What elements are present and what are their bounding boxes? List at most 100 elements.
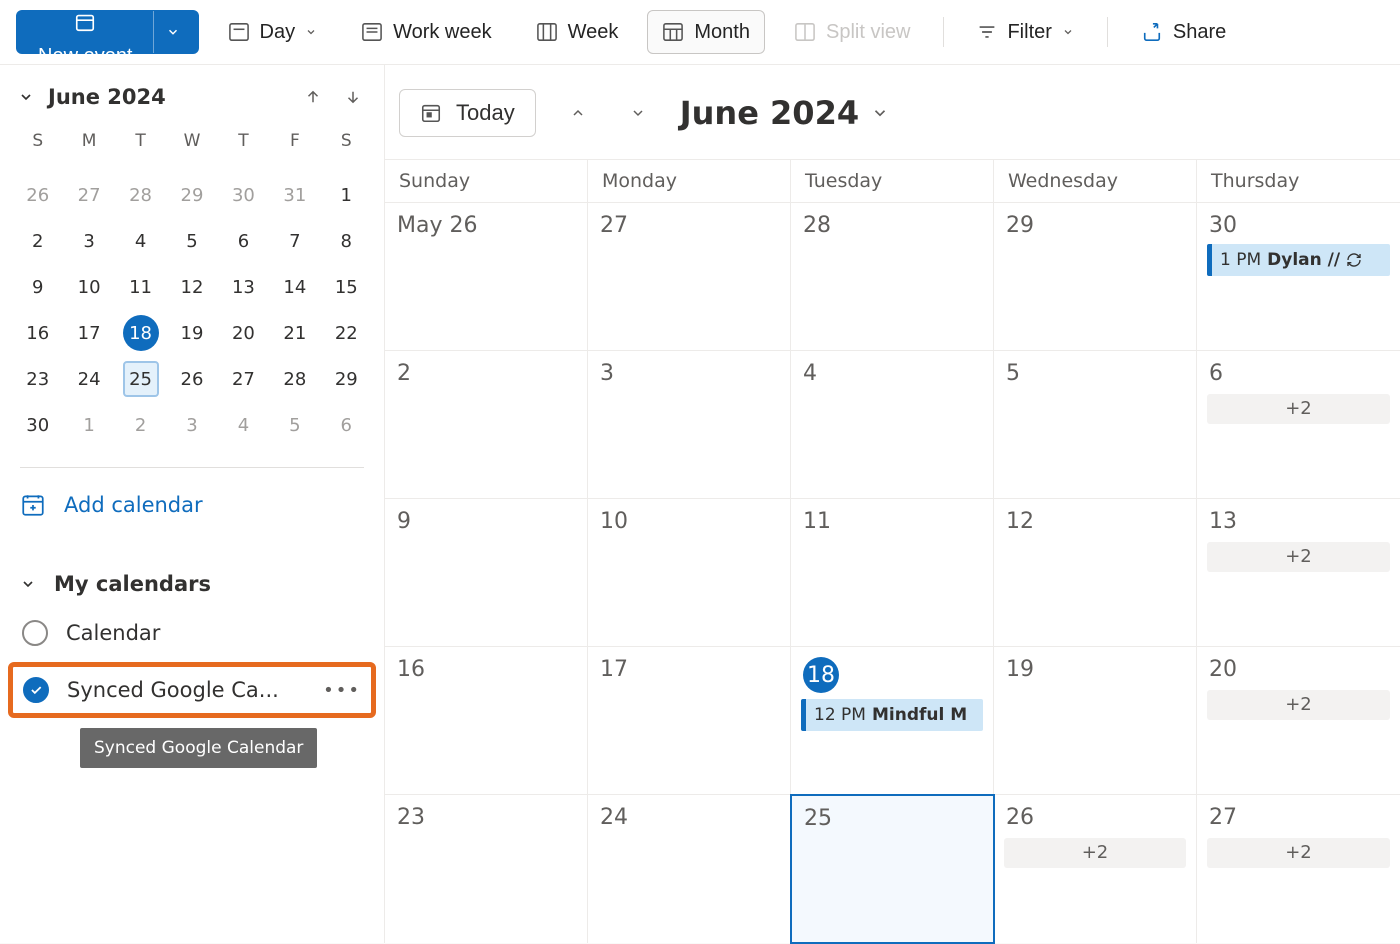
share-button[interactable]: Share xyxy=(1126,10,1241,54)
more-events-pill[interactable]: +2 xyxy=(1207,394,1390,424)
day-cell[interactable]: 13+2 xyxy=(1197,499,1400,646)
view-workweek-button[interactable]: Work week xyxy=(346,10,507,54)
new-event-split[interactable] xyxy=(153,11,193,53)
minical-day[interactable]: 25 xyxy=(115,359,166,399)
day-cell[interactable]: 27 xyxy=(588,203,791,350)
minical-day[interactable]: 11 xyxy=(115,267,166,307)
calendar-row[interactable]: Synced Google Ca...••• xyxy=(13,667,371,713)
today-button[interactable]: Today xyxy=(399,89,536,137)
day-cell[interactable]: 11 xyxy=(791,499,994,646)
event-pill[interactable]: 12 PMMindful M xyxy=(801,699,983,731)
more-events-pill[interactable]: +2 xyxy=(1207,690,1390,720)
minical-day[interactable]: 2 xyxy=(115,405,166,445)
minical-day[interactable]: 1 xyxy=(63,405,114,445)
month-body: May 26272829301 PMDylan //23456+29101112… xyxy=(385,203,1400,943)
minical-day[interactable]: 3 xyxy=(166,405,217,445)
minical-day[interactable]: 6 xyxy=(321,405,372,445)
day-cell[interactable]: 10 xyxy=(588,499,791,646)
day-cell[interactable]: 19 xyxy=(994,647,1197,794)
view-week-button[interactable]: Week xyxy=(521,10,634,54)
minical-day[interactable]: 2 xyxy=(12,221,63,261)
chevron-down-icon[interactable] xyxy=(18,89,34,105)
minical-day[interactable]: 31 xyxy=(269,175,320,215)
arrow-down-icon[interactable] xyxy=(344,88,362,106)
day-cell[interactable]: 27+2 xyxy=(1197,795,1400,943)
minical-day[interactable]: 18 xyxy=(115,313,166,353)
minical-day[interactable]: 30 xyxy=(12,405,63,445)
minical-day[interactable]: 27 xyxy=(218,359,269,399)
add-calendar-link[interactable]: Add calendar xyxy=(12,478,372,532)
day-number: 16 xyxy=(395,655,577,684)
day-cell[interactable]: May 26 xyxy=(385,203,588,350)
event-pill[interactable]: 1 PMDylan // xyxy=(1207,244,1390,276)
minical-day[interactable]: 30 xyxy=(218,175,269,215)
minical-day[interactable]: 12 xyxy=(166,267,217,307)
minical-day[interactable]: 9 xyxy=(12,267,63,307)
view-month-button[interactable]: Month xyxy=(647,10,765,54)
minical-day[interactable]: 14 xyxy=(269,267,320,307)
day-cell[interactable]: 24 xyxy=(588,795,791,943)
day-cell[interactable]: 17 xyxy=(588,647,791,794)
more-events-pill[interactable]: +2 xyxy=(1004,838,1186,868)
new-event-button[interactable]: New event xyxy=(16,10,199,54)
minical-day[interactable]: 10 xyxy=(63,267,114,307)
minical-day[interactable]: 15 xyxy=(321,267,372,307)
minical-day[interactable]: 22 xyxy=(321,313,372,353)
arrow-up-icon[interactable] xyxy=(304,88,322,106)
minical-day[interactable]: 20 xyxy=(218,313,269,353)
more-events-pill[interactable]: +2 xyxy=(1207,838,1390,868)
more-events-pill[interactable]: +2 xyxy=(1207,542,1390,572)
day-cell[interactable]: 9 xyxy=(385,499,588,646)
day-cell[interactable]: 6+2 xyxy=(1197,351,1400,498)
minical-day[interactable]: 19 xyxy=(166,313,217,353)
day-cell[interactable]: 5 xyxy=(994,351,1197,498)
minical-day[interactable]: 5 xyxy=(166,221,217,261)
minical-day[interactable]: 4 xyxy=(218,405,269,445)
day-cell[interactable]: 2 xyxy=(385,351,588,498)
minical-day[interactable]: 1 xyxy=(321,175,372,215)
dow-header-cell: Sunday xyxy=(385,160,588,202)
day-cell[interactable]: 4 xyxy=(791,351,994,498)
minical-day[interactable]: 17 xyxy=(63,313,114,353)
day-cell[interactable]: 12 xyxy=(994,499,1197,646)
checkbox-checked-icon[interactable] xyxy=(23,677,49,703)
minical-day[interactable]: 24 xyxy=(63,359,114,399)
minical-day[interactable]: 6 xyxy=(218,221,269,261)
day-cell[interactable]: 16 xyxy=(385,647,588,794)
minical-day[interactable]: 16 xyxy=(12,313,63,353)
minical-day[interactable]: 29 xyxy=(321,359,372,399)
filter-button[interactable]: Filter xyxy=(962,10,1088,54)
checkbox-unchecked-icon[interactable] xyxy=(22,620,48,646)
minical-day[interactable]: 3 xyxy=(63,221,114,261)
minical-day[interactable]: 26 xyxy=(12,175,63,215)
day-cell[interactable]: 28 xyxy=(791,203,994,350)
day-cell[interactable]: 1812 PMMindful M xyxy=(791,647,994,794)
calendar-row[interactable]: Calendar xyxy=(12,610,372,656)
minical-day[interactable]: 21 xyxy=(269,313,320,353)
minical-day[interactable]: 23 xyxy=(12,359,63,399)
minical-day[interactable]: 29 xyxy=(166,175,217,215)
day-cell[interactable]: 25 xyxy=(790,794,995,944)
my-calendars-section[interactable]: My calendars xyxy=(12,558,372,610)
minical-day[interactable]: 28 xyxy=(115,175,166,215)
day-cell[interactable]: 3 xyxy=(588,351,791,498)
prev-period-button[interactable] xyxy=(560,99,596,127)
minical-day[interactable]: 4 xyxy=(115,221,166,261)
next-period-button[interactable] xyxy=(620,99,656,127)
minical-day[interactable]: 27 xyxy=(63,175,114,215)
day-cell[interactable]: 26+2 xyxy=(994,795,1197,943)
minical-day[interactable]: 26 xyxy=(166,359,217,399)
minical-day[interactable]: 5 xyxy=(269,405,320,445)
minical-day[interactable]: 8 xyxy=(321,221,372,261)
minical-day[interactable]: 7 xyxy=(269,221,320,261)
day-number: 13 xyxy=(1207,507,1390,536)
day-cell[interactable]: 23 xyxy=(385,795,588,943)
more-options-icon[interactable]: ••• xyxy=(323,680,361,701)
minical-day[interactable]: 13 xyxy=(218,267,269,307)
view-day-button[interactable]: Day xyxy=(213,10,333,54)
day-cell[interactable]: 20+2 xyxy=(1197,647,1400,794)
day-cell[interactable]: 301 PMDylan // xyxy=(1197,203,1400,350)
day-cell[interactable]: 29 xyxy=(994,203,1197,350)
month-title[interactable]: June 2024 xyxy=(680,94,889,132)
minical-day[interactable]: 28 xyxy=(269,359,320,399)
